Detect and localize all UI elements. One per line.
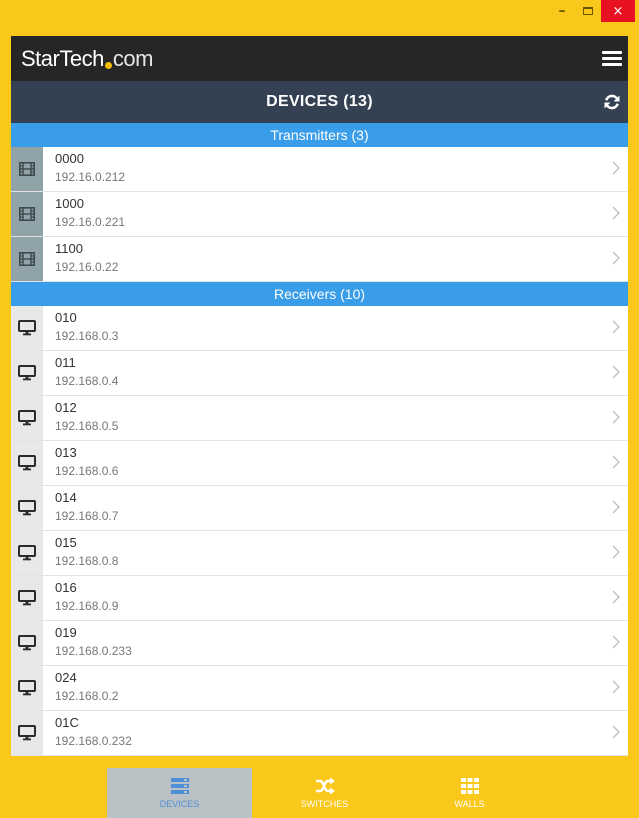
chevron-right-icon bbox=[612, 545, 620, 564]
device-ip: 192.168.0.9 bbox=[55, 599, 119, 613]
device-ip: 192.168.0.7 bbox=[55, 509, 119, 523]
monitor-icon bbox=[11, 441, 43, 485]
device-name: 014 bbox=[55, 490, 77, 505]
tab-walls[interactable]: WALLS bbox=[397, 768, 542, 818]
chevron-right-icon bbox=[612, 590, 620, 609]
device-name: 024 bbox=[55, 670, 77, 685]
receiver-row[interactable]: 019 192.168.0.233 bbox=[11, 621, 628, 666]
receiver-row[interactable]: 013 192.168.0.6 bbox=[11, 441, 628, 486]
tab-devices[interactable]: DEVICES bbox=[107, 768, 252, 818]
receiver-row[interactable]: 016 192.168.0.9 bbox=[11, 576, 628, 621]
transmitter-row[interactable]: 1000 192.16.0.221 bbox=[11, 192, 628, 237]
device-name: 015 bbox=[55, 535, 77, 550]
chevron-right-icon bbox=[612, 680, 620, 699]
receivers-list: 010 192.168.0.3 011 192.168.0.4 012 192.168.0… bbox=[11, 306, 628, 756]
receiver-row[interactable]: 010 192.168.0.3 bbox=[11, 306, 628, 351]
logo-dot-icon bbox=[104, 62, 112, 69]
page-title: DEVICES (13) bbox=[266, 93, 373, 110]
monitor-icon bbox=[11, 486, 43, 530]
tab-walls-label: WALLS bbox=[454, 799, 485, 809]
device-ip: 192.168.0.3 bbox=[55, 329, 119, 343]
monitor-icon bbox=[11, 576, 43, 620]
device-ip: 192.168.0.6 bbox=[55, 464, 119, 478]
film-icon bbox=[11, 192, 43, 236]
app-frame: StarTech com DEVICES (13) Transmitters (3… bbox=[11, 36, 628, 818]
device-name: 011 bbox=[55, 355, 76, 370]
device-ip: 192.16.0.22 bbox=[55, 260, 119, 274]
page-header: DEVICES (13) bbox=[11, 81, 628, 123]
device-ip: 192.16.0.212 bbox=[55, 170, 126, 184]
grid-icon bbox=[460, 778, 479, 794]
chevron-right-icon bbox=[612, 206, 620, 225]
monitor-icon bbox=[11, 306, 43, 350]
transmitters-section-header: Transmitters (3) bbox=[11, 123, 628, 147]
minimize-button[interactable]: – bbox=[549, 0, 575, 22]
chevron-right-icon bbox=[612, 365, 620, 384]
device-ip: 192.16.0.221 bbox=[55, 215, 126, 229]
tab-switches-label: SWITCHES bbox=[300, 799, 349, 809]
window-titlebar: – × bbox=[0, 0, 639, 36]
close-button[interactable]: × bbox=[601, 0, 635, 22]
maximize-button[interactable] bbox=[575, 0, 601, 22]
refresh-icon[interactable] bbox=[602, 92, 622, 112]
chevron-right-icon bbox=[612, 725, 620, 744]
receiver-row[interactable]: 011 192.168.0.4 bbox=[11, 351, 628, 396]
logo-text-main: StarTech bbox=[21, 46, 104, 71]
maximize-icon bbox=[583, 7, 593, 15]
receiver-row[interactable]: 024 192.168.0.2 bbox=[11, 666, 628, 711]
brand-bar: StarTech com bbox=[11, 36, 628, 81]
startech-logo: StarTech com bbox=[21, 46, 153, 72]
bottom-tab-bar: DEVICES SWITCHES WALLS bbox=[11, 768, 628, 818]
device-name: 1100 bbox=[55, 241, 83, 256]
transmitters-list: 0000 192.16.0.212 1000 192.16.0.221 1100 192.… bbox=[11, 147, 628, 282]
server-stack-icon bbox=[170, 778, 189, 794]
film-icon bbox=[11, 237, 43, 281]
chevron-right-icon bbox=[612, 410, 620, 429]
transmitter-row[interactable]: 1100 192.16.0.22 bbox=[11, 237, 628, 282]
device-name: 0000 bbox=[55, 151, 84, 166]
chevron-right-icon bbox=[612, 161, 620, 180]
monitor-icon bbox=[11, 666, 43, 710]
receiver-row[interactable]: 015 192.168.0.8 bbox=[11, 531, 628, 576]
chevron-right-icon bbox=[612, 635, 620, 654]
device-name: 1000 bbox=[55, 196, 84, 211]
device-ip: 192.168.0.8 bbox=[55, 554, 119, 568]
receivers-section-header: Receivers (10) bbox=[11, 282, 628, 306]
monitor-icon bbox=[11, 621, 43, 665]
device-name: 012 bbox=[55, 400, 77, 415]
hamburger-icon[interactable] bbox=[602, 48, 622, 68]
device-name: 01C bbox=[55, 715, 79, 730]
device-ip: 192.168.0.2 bbox=[55, 689, 119, 703]
device-name: 019 bbox=[55, 625, 77, 640]
device-ip: 192.168.0.232 bbox=[55, 734, 132, 748]
receiver-row[interactable]: 014 192.168.0.7 bbox=[11, 486, 628, 531]
chevron-right-icon bbox=[612, 251, 620, 270]
transmitter-row[interactable]: 0000 192.16.0.212 bbox=[11, 147, 628, 192]
device-name: 016 bbox=[55, 580, 77, 595]
tab-devices-label: DEVICES bbox=[159, 799, 200, 809]
tab-switches[interactable]: SWITCHES bbox=[252, 768, 397, 818]
shuffle-icon bbox=[315, 777, 335, 795]
chevron-right-icon bbox=[612, 320, 620, 339]
receiver-row[interactable]: 01C 192.168.0.232 bbox=[11, 711, 628, 756]
device-name: 010 bbox=[55, 310, 77, 325]
monitor-icon bbox=[11, 531, 43, 575]
device-ip: 192.168.0.5 bbox=[55, 419, 119, 433]
logo-text-com: com bbox=[112, 46, 154, 71]
film-icon bbox=[11, 147, 43, 191]
chevron-right-icon bbox=[612, 455, 620, 474]
device-name: 013 bbox=[55, 445, 77, 460]
monitor-icon bbox=[11, 711, 43, 755]
chevron-right-icon bbox=[612, 500, 620, 519]
receiver-row[interactable]: 012 192.168.0.5 bbox=[11, 396, 628, 441]
monitor-icon bbox=[11, 396, 43, 440]
device-ip: 192.168.0.4 bbox=[55, 374, 119, 388]
device-ip: 192.168.0.233 bbox=[55, 644, 132, 658]
monitor-icon bbox=[11, 351, 43, 395]
